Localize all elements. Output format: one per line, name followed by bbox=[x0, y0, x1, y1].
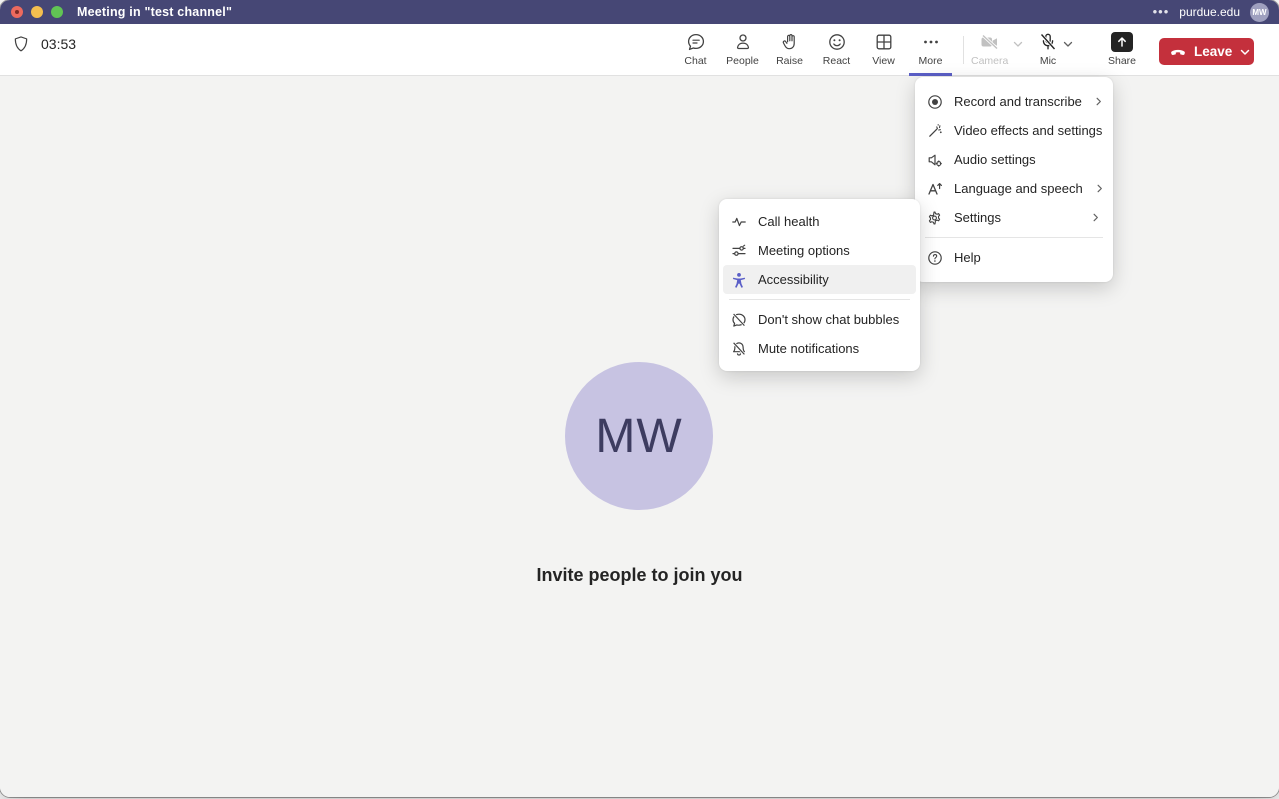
camera-off-icon bbox=[979, 32, 1001, 52]
audio-settings-icon bbox=[927, 152, 943, 168]
record-icon bbox=[927, 94, 943, 110]
more-label: More bbox=[919, 55, 943, 67]
minimize-button[interactable] bbox=[31, 6, 43, 18]
raise-hand-icon bbox=[780, 32, 800, 52]
mic-muted-icon bbox=[1038, 32, 1058, 52]
chat-label: Chat bbox=[684, 55, 706, 67]
toolbar-separator bbox=[963, 36, 964, 64]
submenu-chevron-icon bbox=[1094, 183, 1105, 194]
overflow-menu-icon[interactable]: ••• bbox=[1153, 7, 1170, 17]
leave-options-chevron-icon[interactable] bbox=[1232, 46, 1258, 58]
menu-item-settings[interactable]: Settings bbox=[915, 203, 1113, 232]
mic-control: Mic bbox=[1038, 24, 1078, 76]
window-title: Meeting in "test channel" bbox=[77, 5, 232, 19]
more-submenu: Call health Meeting options Accessibilit… bbox=[719, 199, 920, 371]
hang-up-icon bbox=[1169, 43, 1187, 61]
help-icon bbox=[927, 250, 943, 266]
more-ellipsis-icon bbox=[921, 32, 941, 52]
menu-divider bbox=[729, 299, 910, 300]
call-health-icon bbox=[731, 214, 747, 230]
react-button[interactable]: React bbox=[813, 24, 860, 76]
submenu-chevron-icon bbox=[1090, 212, 1101, 223]
menu-item-mute-notifications[interactable]: Mute notifications bbox=[719, 334, 920, 363]
view-button[interactable]: View bbox=[860, 24, 907, 76]
react-label: React bbox=[823, 55, 850, 67]
camera-label: Camera bbox=[971, 55, 1008, 67]
settings-gear-icon bbox=[927, 210, 943, 226]
camera-options-chevron-icon[interactable] bbox=[1008, 24, 1028, 64]
shield-icon bbox=[12, 35, 30, 53]
react-smiley-icon bbox=[827, 32, 847, 52]
toolbar-center-group: Chat People Raise React bbox=[672, 24, 954, 76]
invite-message: Invite people to join you bbox=[0, 565, 1279, 586]
menu-item-dont-show-chat-bubbles[interactable]: Don't show chat bubbles bbox=[719, 305, 920, 334]
menu-item-accessibility[interactable]: Accessibility bbox=[723, 265, 916, 294]
people-icon bbox=[733, 32, 753, 52]
view-grid-icon bbox=[874, 32, 894, 52]
people-label: People bbox=[726, 55, 759, 67]
teams-meeting-window: Meeting in "test channel" ••• purdue.edu… bbox=[0, 0, 1279, 797]
mic-options-chevron-icon[interactable] bbox=[1058, 24, 1078, 64]
timer-value: 03:53 bbox=[41, 36, 76, 52]
menu-item-video-effects[interactable]: Video effects and settings bbox=[915, 116, 1113, 145]
share-screen-icon bbox=[1111, 32, 1133, 52]
accessibility-icon bbox=[731, 272, 747, 288]
menu-item-language-and-speech[interactable]: Language and speech bbox=[915, 174, 1113, 203]
account-domain: purdue.edu bbox=[1179, 5, 1240, 19]
share-button[interactable]: Share bbox=[1104, 24, 1140, 76]
mic-label: Mic bbox=[1040, 55, 1056, 67]
menu-item-help[interactable]: Help bbox=[915, 243, 1113, 272]
people-button[interactable]: People bbox=[719, 24, 766, 76]
meeting-options-icon bbox=[731, 243, 747, 259]
view-label: View bbox=[872, 55, 895, 67]
zoom-button[interactable] bbox=[51, 6, 63, 18]
menu-item-meeting-options[interactable]: Meeting options bbox=[719, 236, 920, 265]
chat-button[interactable]: Chat bbox=[672, 24, 719, 76]
raise-hand-button[interactable]: Raise bbox=[766, 24, 813, 76]
participant-avatar: MW bbox=[565, 362, 713, 510]
close-button[interactable] bbox=[11, 6, 23, 18]
chat-bubble-off-icon bbox=[731, 312, 747, 328]
camera-control: Camera bbox=[971, 24, 1028, 76]
leave-button[interactable]: Leave bbox=[1159, 38, 1254, 65]
menu-divider bbox=[925, 237, 1103, 238]
more-button[interactable]: More bbox=[907, 24, 954, 76]
mic-toggle-button[interactable]: Mic bbox=[1038, 24, 1058, 67]
traffic-lights bbox=[11, 6, 63, 18]
menu-item-record-and-transcribe[interactable]: Record and transcribe bbox=[915, 87, 1113, 116]
meeting-toolbar: 03:53 Chat People Raise bbox=[0, 24, 1279, 76]
submenu-chevron-icon bbox=[1093, 96, 1104, 107]
raise-label: Raise bbox=[776, 55, 803, 67]
share-label: Share bbox=[1108, 55, 1136, 67]
camera-toggle-button[interactable]: Camera bbox=[971, 24, 1008, 67]
leave-label: Leave bbox=[1194, 44, 1232, 59]
video-effects-icon bbox=[927, 123, 943, 139]
menu-item-call-health[interactable]: Call health bbox=[719, 207, 920, 236]
meeting-timer: 03:53 bbox=[12, 35, 76, 53]
more-menu: Record and transcribe Video effects and … bbox=[915, 77, 1113, 282]
titlebar: Meeting in "test channel" ••• purdue.edu… bbox=[0, 0, 1279, 24]
language-speech-icon bbox=[927, 181, 943, 197]
bell-off-icon bbox=[731, 341, 747, 357]
menu-item-audio-settings[interactable]: Audio settings bbox=[915, 145, 1113, 174]
account-avatar[interactable]: MW bbox=[1250, 3, 1269, 22]
chat-icon bbox=[686, 32, 706, 52]
